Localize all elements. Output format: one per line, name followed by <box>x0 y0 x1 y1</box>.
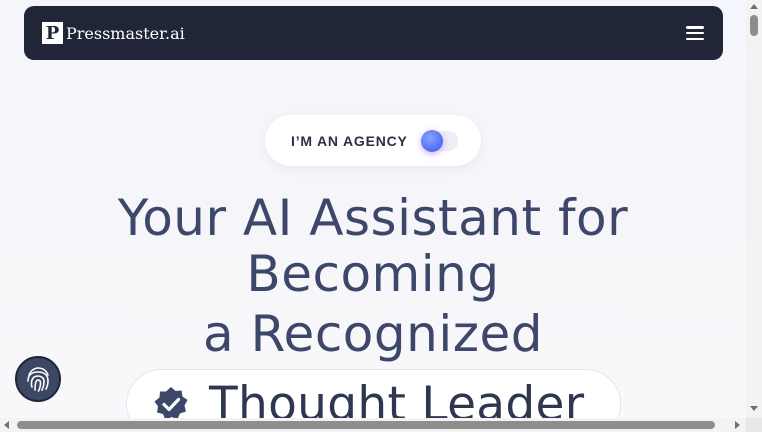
vertical-scrollbar[interactable] <box>746 0 762 418</box>
page-viewport: P Pressmaster.ai I’M AN AGENCY Your AI A… <box>0 0 746 418</box>
vertical-scroll-thumb[interactable] <box>750 15 758 36</box>
fingerprint-button[interactable] <box>15 356 61 402</box>
brand-name: Pressmaster.ai <box>66 23 185 43</box>
horizontal-scrollbar[interactable] <box>0 418 746 432</box>
hamburger-icon-bar <box>686 31 704 35</box>
thought-leader-pill: Thought Leader <box>126 369 621 418</box>
hero-line-3: a Recognized <box>203 305 543 363</box>
thought-leader-text: Thought Leader <box>209 376 585 419</box>
hamburger-icon-bar <box>686 37 704 40</box>
scrollbar-corner <box>746 418 762 432</box>
brand-logo-link[interactable]: P Pressmaster.ai <box>42 22 185 44</box>
agency-toggle-label: I’M AN AGENCY <box>291 132 408 149</box>
horizontal-scroll-thumb[interactable] <box>17 421 715 429</box>
scroll-down-icon[interactable] <box>750 406 758 411</box>
hero-line-2: Becoming <box>246 245 500 303</box>
scroll-up-icon[interactable] <box>750 4 758 9</box>
hero-line-1: Your AI Assistant for <box>117 189 629 247</box>
scroll-left-icon[interactable] <box>4 421 9 429</box>
scroll-right-icon[interactable] <box>735 421 740 429</box>
toggle-knob <box>420 129 443 152</box>
agency-toggle-switch[interactable] <box>420 129 458 152</box>
agency-toggle-pill[interactable]: I’M AN AGENCY <box>265 115 481 166</box>
fingerprint-icon <box>27 367 49 392</box>
hamburger-icon-bar <box>686 26 704 29</box>
top-navbar: P Pressmaster.ai <box>24 6 723 60</box>
brand-logo-mark: P <box>42 22 63 44</box>
hero-heading: Your AI Assistant for Becoming a Recogni… <box>0 190 746 362</box>
verified-badge-icon <box>154 387 188 418</box>
hamburger-menu-button[interactable] <box>686 26 704 40</box>
